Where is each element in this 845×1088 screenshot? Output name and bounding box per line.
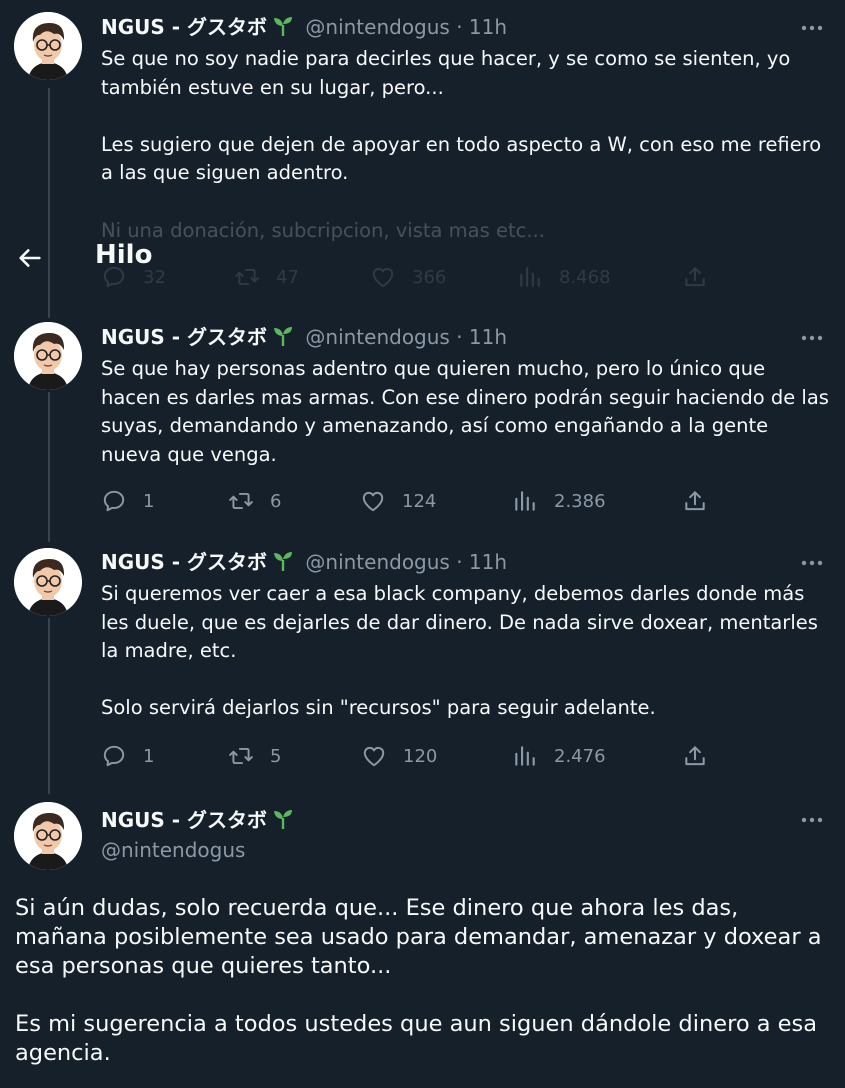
tweet-actions: 1 5 120 2.476: [101, 741, 721, 771]
separator-dot: ·: [456, 15, 463, 39]
views-count: 2.386: [554, 490, 606, 512]
more-options-icon[interactable]: [799, 810, 825, 830]
tweet-header: NGUS - グスタボ @nintendogus · 11h: [101, 324, 825, 350]
like-count: 120: [403, 745, 438, 767]
share-icon: [685, 491, 705, 511]
tweet-time[interactable]: 11h: [469, 15, 507, 39]
author-name[interactable]: NGUS - グスタボ: [101, 550, 267, 574]
author-name[interactable]: NGUS - グスタボ: [101, 325, 267, 349]
retweet-button[interactable]: 5: [228, 741, 281, 771]
retweet-count: 6: [270, 490, 282, 512]
retweet-count: 5: [270, 745, 282, 767]
views-count: 2.476: [554, 745, 606, 767]
tweet-header: NGUS - グスタボ @nintendogus · 11h: [101, 14, 825, 40]
author-handle[interactable]: @nintendogus: [305, 15, 449, 39]
more-options-icon[interactable]: [799, 18, 825, 38]
more-options-icon[interactable]: [799, 553, 825, 573]
focused-tweet-text: Si aún dudas, solo recuerda que... Ese d…: [15, 894, 829, 1068]
separator-dot: ·: [456, 550, 463, 574]
more-options-icon[interactable]: [799, 328, 825, 348]
tweet-paragraph: Si aún dudas, solo recuerda que... Ese d…: [15, 895, 822, 979]
retweet-button[interactable]: 6: [228, 486, 281, 516]
tweet-paragraph: Si queremos ver caer a esa black company…: [101, 582, 818, 663]
sprout-icon: [274, 552, 293, 571]
thread-line: [48, 392, 50, 542]
avatar[interactable]: [14, 802, 82, 870]
tweet-time[interactable]: 11h: [469, 325, 507, 349]
retweet-icon: [229, 747, 253, 765]
author-name-row: NGUS - グスタボ: [101, 806, 299, 834]
heart-icon: [362, 491, 384, 512]
views-chart-icon: [515, 746, 535, 766]
views-button[interactable]: 2.476: [512, 741, 606, 771]
author-name[interactable]: NGUS - グスタボ: [101, 15, 267, 39]
reply-count: 1: [143, 490, 155, 512]
thread-header: Hilo: [0, 232, 845, 284]
tweet-paragraph: Solo servirá dejarlos sin "recursos" par…: [101, 696, 656, 720]
share-button[interactable]: [682, 741, 708, 771]
avatar[interactable]: [14, 548, 82, 616]
like-button[interactable]: 124: [360, 486, 436, 516]
tweet-header: NGUS - グスタボ @nintendogus · 11h: [101, 549, 825, 575]
thread-line: [48, 618, 50, 794]
author-name[interactable]: NGUS - グスタボ: [101, 808, 267, 832]
page-title: Hilo: [95, 240, 153, 270]
author-handle[interactable]: @nintendogus: [305, 325, 449, 349]
reply-icon: [103, 490, 125, 512]
reply-count: 1: [143, 745, 155, 767]
arrow-left-icon[interactable]: [16, 244, 44, 272]
avatar[interactable]: [14, 322, 82, 390]
sprout-icon: [274, 327, 293, 346]
author-handle[interactable]: @nintendogus: [305, 550, 449, 574]
retweet-icon: [229, 492, 253, 510]
share-icon: [685, 746, 705, 766]
avatar[interactable]: [14, 12, 82, 80]
tweet-actions: 1 6 124 2.386: [101, 486, 721, 516]
sprout-icon: [274, 810, 293, 829]
author-handle[interactable]: @nintendogus: [101, 837, 245, 863]
sprout-icon: [274, 17, 293, 36]
views-button[interactable]: 2.386: [512, 486, 606, 516]
reply-button[interactable]: 1: [101, 486, 154, 516]
tweet-text: Si queremos ver caer a esa black company…: [101, 580, 829, 723]
like-count: 124: [402, 490, 437, 512]
share-button[interactable]: [682, 486, 708, 516]
heart-icon: [363, 746, 385, 767]
separator-dot: ·: [456, 325, 463, 349]
tweet-time[interactable]: 11h: [469, 550, 507, 574]
views-chart-icon: [515, 491, 535, 511]
like-button[interactable]: 120: [361, 741, 437, 771]
tweet-paragraph: Se que no soy nadie para decirles que ha…: [101, 47, 791, 99]
tweet-paragraph: Les sugiero que dejen de apoyar en todo …: [101, 132, 822, 185]
tweet-paragraph: Es mi sugerencia a todos ustedes que aun…: [15, 1011, 818, 1066]
reply-button[interactable]: 1: [101, 741, 154, 771]
tweet-paragraph: Se que hay personas adentro que quieren …: [101, 357, 829, 466]
tweet-text: Se que hay personas adentro que quieren …: [101, 355, 829, 469]
reply-icon: [103, 745, 125, 767]
tweet-text: Se que no soy nadie para decirles que ha…: [101, 45, 829, 245]
